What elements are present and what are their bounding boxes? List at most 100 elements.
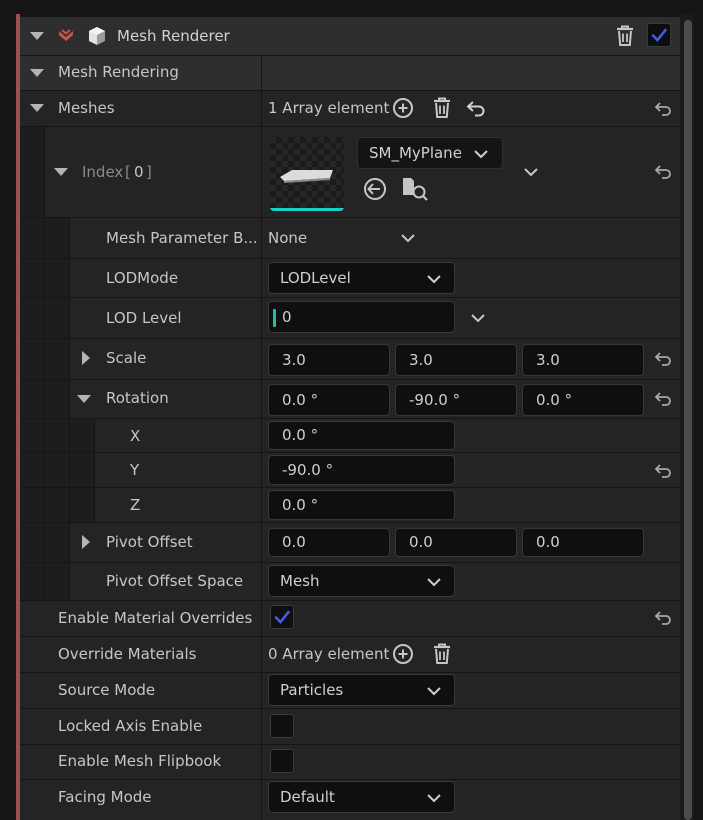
meshes-label: Meshes — [58, 99, 115, 117]
pivot-offset-x-input[interactable]: 0.0 — [268, 528, 390, 557]
rotation-z-component-input[interactable]: 0.0 ° — [268, 490, 455, 520]
reset-arrow-icon[interactable] — [654, 351, 672, 371]
indent-gutter — [45, 523, 70, 562]
indent-gutter — [20, 488, 45, 522]
indent-gutter — [45, 563, 70, 600]
rotation-x-component-input[interactable]: 0.0 ° — [268, 421, 455, 450]
lod-mode-combo[interactable]: LODLevel — [268, 262, 455, 294]
mesh-renderer-header[interactable]: Mesh Renderer — [20, 17, 680, 55]
reset-arrow-icon[interactable] — [654, 101, 672, 121]
chevron-down-icon[interactable] — [523, 167, 539, 177]
scrollbar-thumb[interactable] — [684, 20, 692, 820]
chevron-down-icon[interactable] — [30, 32, 44, 40]
rotation-y-component-input[interactable]: -90.0 ° — [268, 455, 455, 485]
scale-x-value: 3.0 — [282, 351, 306, 369]
column-divider — [261, 601, 262, 636]
chevron-down-icon[interactable] — [54, 168, 68, 176]
chevron-down-icon[interactable] — [470, 313, 486, 323]
locked-axis-enable-row: Locked Axis Enable — [20, 709, 680, 744]
scale-y-value: 3.0 — [409, 351, 433, 369]
mesh-rendering-category[interactable]: Mesh Rendering — [20, 56, 680, 90]
chevron-down-icon[interactable] — [400, 233, 416, 243]
indent-gutter — [70, 488, 95, 522]
mesh-asset-value: SM_MyPlane — [369, 144, 462, 162]
index-0-row: Index [ 0 ] SM_MyPlane — [20, 127, 680, 217]
index-bracket-close: ] — [146, 163, 152, 181]
undo-arrow-icon[interactable] — [466, 99, 486, 121]
cube-icon — [86, 25, 108, 51]
source-mode-combo[interactable]: Particles — [268, 674, 455, 706]
chevron-right-icon[interactable] — [82, 535, 90, 549]
chevron-down-icon[interactable] — [30, 104, 44, 112]
rotation-z-row: Z 0.0 ° — [20, 488, 680, 522]
trash-icon[interactable] — [431, 642, 453, 670]
rotation-label: Rotation — [106, 389, 169, 407]
reset-arrow-icon[interactable] — [654, 391, 672, 411]
add-circle-icon[interactable] — [392, 643, 414, 669]
trash-icon[interactable] — [614, 24, 636, 52]
reset-arrow-icon[interactable] — [654, 463, 672, 483]
add-circle-icon[interactable] — [392, 97, 414, 123]
pivot-offset-y-input[interactable]: 0.0 — [395, 528, 517, 557]
indent-gutter — [45, 419, 70, 452]
module-enabled-checkbox[interactable] — [647, 23, 671, 47]
pivot-offset-space-combo[interactable]: Mesh — [268, 565, 455, 597]
mesh-asset-combo[interactable]: SM_MyPlane — [357, 137, 503, 169]
facing-mode-value: Default — [280, 788, 335, 806]
chevron-down-icon[interactable] — [77, 395, 91, 403]
scale-row: Scale 3.0 3.0 3.0 — [20, 339, 680, 379]
pivot-offset-z-input[interactable]: 0.0 — [522, 528, 644, 557]
index-bracket-open: [ — [125, 163, 131, 181]
column-divider — [261, 780, 262, 820]
enable-material-overrides-checkbox[interactable] — [270, 605, 294, 629]
scale-z-input[interactable]: 3.0 — [522, 344, 644, 376]
reset-arrow-icon[interactable] — [654, 164, 672, 184]
override-materials-label: Override Materials — [58, 645, 197, 663]
indent-gutter — [45, 259, 70, 297]
rotation-z-value: 0.0 ° — [536, 391, 573, 409]
enable-mesh-flipbook-label: Enable Mesh Flipbook — [58, 752, 222, 770]
rotation-x-input[interactable]: 0.0 ° — [268, 384, 390, 416]
override-materials-row: Override Materials 0 Array element — [20, 637, 680, 672]
lod-level-input[interactable]: 0 — [268, 301, 455, 333]
scale-y-input[interactable]: 3.0 — [395, 344, 517, 376]
lod-level-row: LOD Level 0 — [20, 298, 680, 338]
trash-icon[interactable] — [431, 96, 453, 124]
rotation-y-input[interactable]: -90.0 ° — [395, 384, 517, 416]
rotation-z-input[interactable]: 0.0 ° — [522, 384, 644, 416]
chevron-right-icon[interactable] — [82, 351, 90, 365]
mesh-parameter-binding-value[interactable]: None — [268, 229, 307, 247]
index-number: 0 — [134, 163, 144, 181]
indent-gutter — [70, 419, 95, 452]
indent-gutter — [45, 298, 70, 338]
chevron-down-icon[interactable] — [30, 69, 44, 77]
indent-gutter — [20, 453, 45, 487]
indent-gutter — [20, 298, 45, 338]
indent-gutter — [45, 453, 70, 487]
column-divider — [261, 637, 262, 672]
locked-axis-enable-checkbox[interactable] — [270, 714, 294, 738]
indent-gutter — [20, 523, 45, 562]
column-divider — [261, 453, 262, 487]
column-divider — [261, 127, 262, 217]
rotation-y-label: Y — [130, 461, 140, 479]
meshes-row: Meshes 1 Array element — [20, 91, 680, 126]
chevron-down-icon — [427, 275, 441, 284]
reset-arrow-icon[interactable] — [654, 610, 672, 630]
indent-gutter — [70, 453, 95, 487]
scale-x-input[interactable]: 3.0 — [268, 344, 390, 376]
indent-gutter — [20, 218, 45, 258]
browse-back-icon[interactable] — [363, 177, 387, 205]
pivot-offset-space-value: Mesh — [280, 572, 320, 590]
enable-material-overrides-label: Enable Material Overrides — [58, 609, 253, 627]
find-in-browser-icon[interactable] — [401, 176, 429, 206]
pivot-offset-space-label: Pivot Offset Space — [106, 572, 244, 590]
indent-gutter — [20, 127, 45, 217]
index-label: Index — [82, 163, 124, 181]
mesh-parameter-binding-label: Mesh Parameter B... — [106, 229, 258, 247]
enable-mesh-flipbook-checkbox[interactable] — [270, 749, 294, 773]
facing-mode-combo[interactable]: Default — [268, 781, 455, 813]
mesh-thumbnail[interactable] — [270, 137, 344, 211]
column-divider — [261, 339, 262, 379]
rotation-row: Rotation 0.0 ° -90.0 ° 0.0 ° — [20, 380, 680, 418]
